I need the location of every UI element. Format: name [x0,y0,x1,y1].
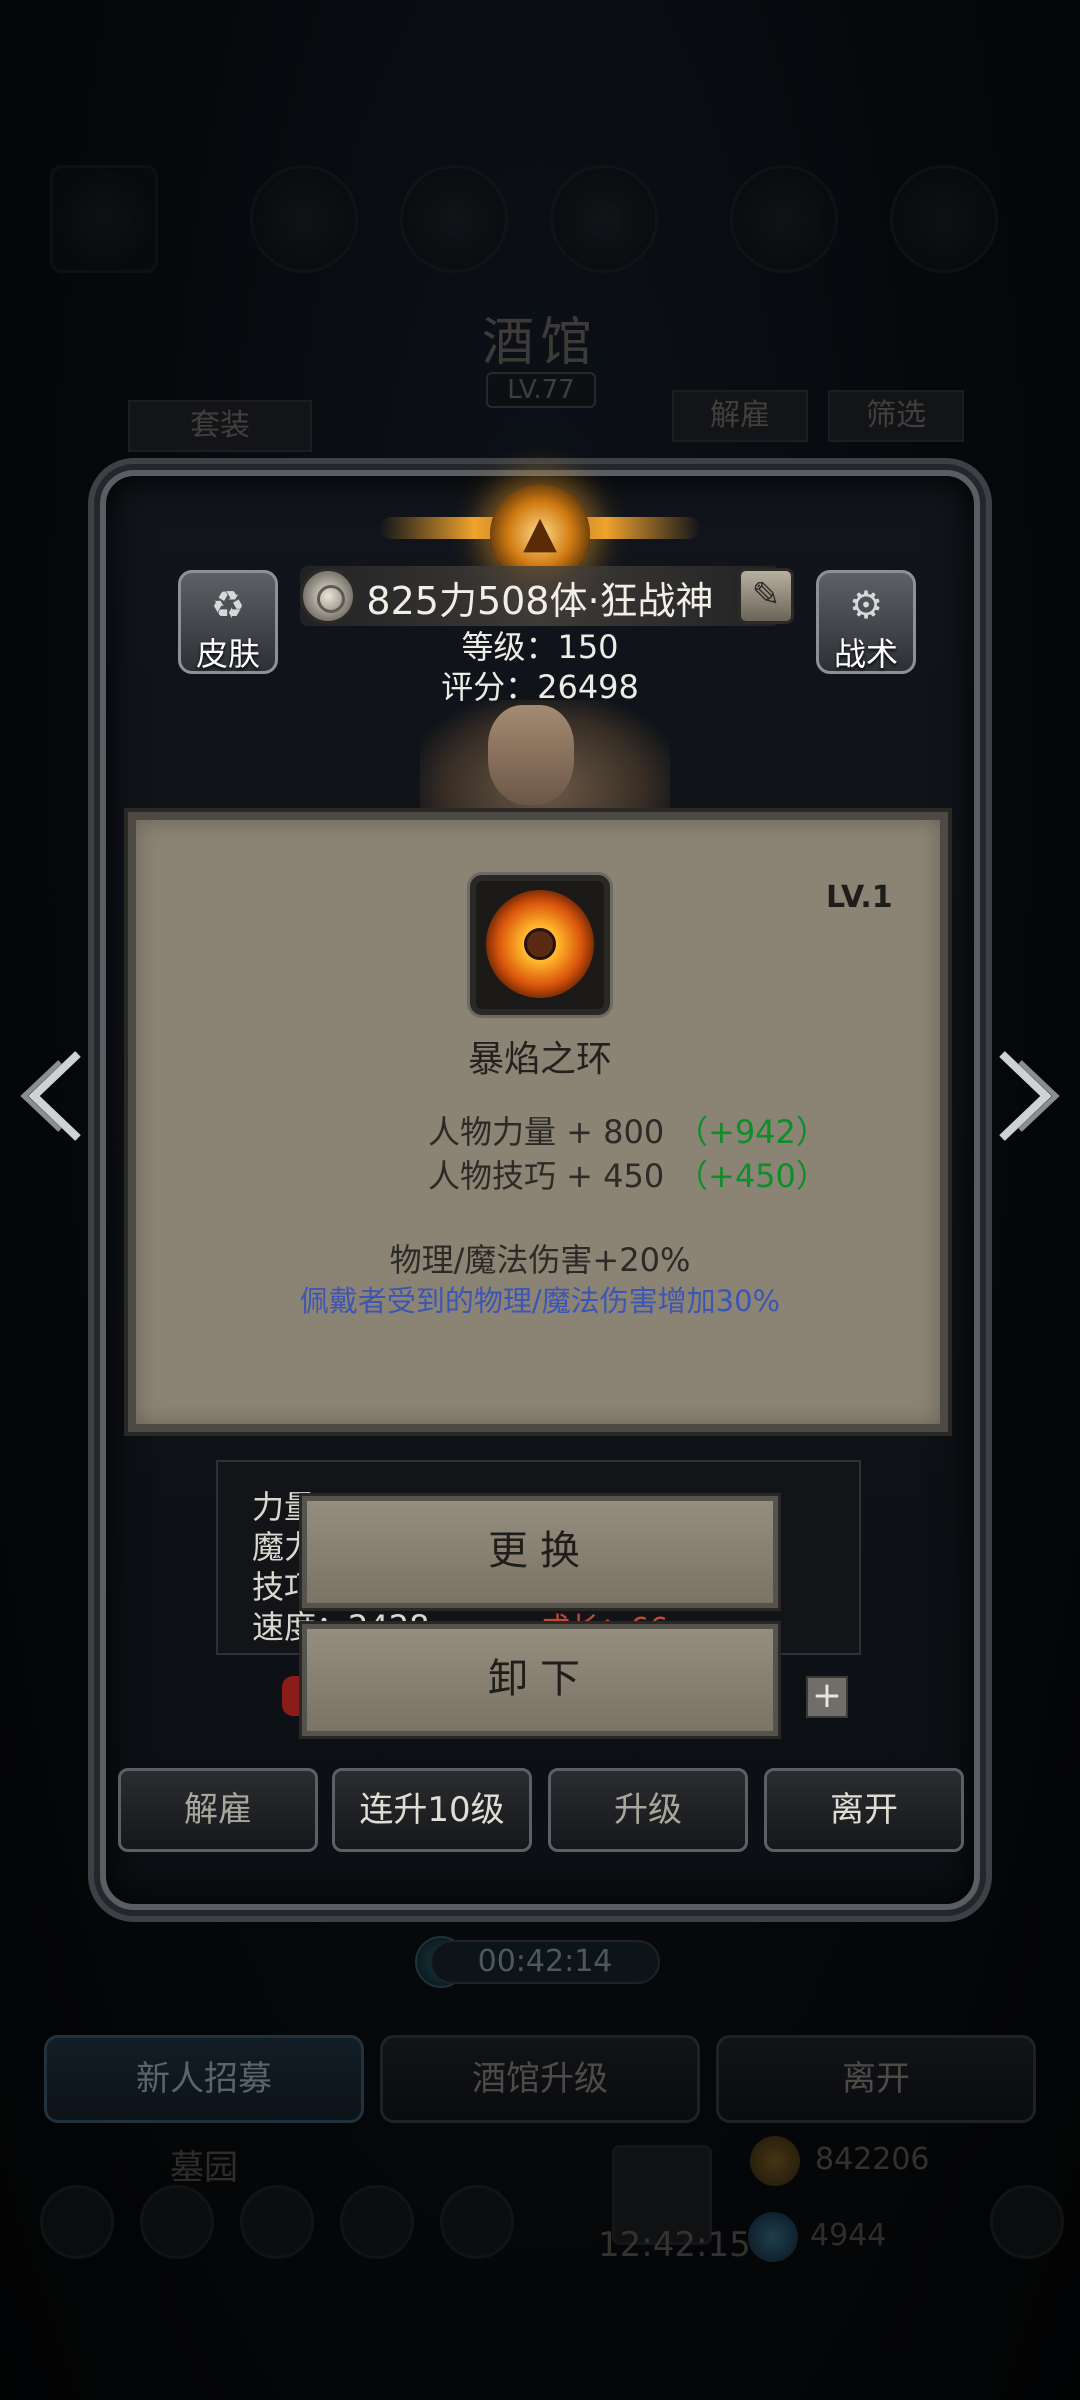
item-name: 暴焰之环 [467,1039,612,1080]
dismiss-hero-button[interactable]: 解雇 [118,1768,318,1852]
red-indicator [282,1676,304,1716]
item-attribute-bonus: （+450） [676,1157,828,1195]
item-level: LV.1 [826,880,893,915]
item-attribute-label: 人物力量 + 800 [428,1113,665,1151]
gear-icon: ⚙ [848,583,884,627]
level-up-button[interactable]: 升级 [548,1768,748,1852]
item-effect: 物理/魔法伤害+20% [389,1241,691,1279]
hero-name: 825力508体·狂战神 [366,579,714,623]
shirt-icon: ♻ [210,583,246,627]
emblem-glyph-icon: ▲ [523,507,557,558]
flame-ring-core [524,928,556,960]
replace-button[interactable]: 更换 [302,1496,778,1608]
medal-icon [300,568,356,624]
leave-button[interactable]: 离开 [764,1768,964,1852]
item-attribute-bonus: （+942） [676,1113,828,1151]
item-drawback: 佩戴者受到的物理/魔法伤害增加30% [299,1284,781,1318]
level-up-10-button[interactable]: 连升10级 [332,1768,532,1852]
plus-icon[interactable]: + [806,1676,848,1718]
unequip-button[interactable]: 卸下 [302,1624,778,1736]
item-attribute-label: 人物技巧 + 450 [428,1157,665,1195]
edit-name-icon[interactable]: ✎ [738,568,794,624]
hero-portrait-face [488,705,574,805]
